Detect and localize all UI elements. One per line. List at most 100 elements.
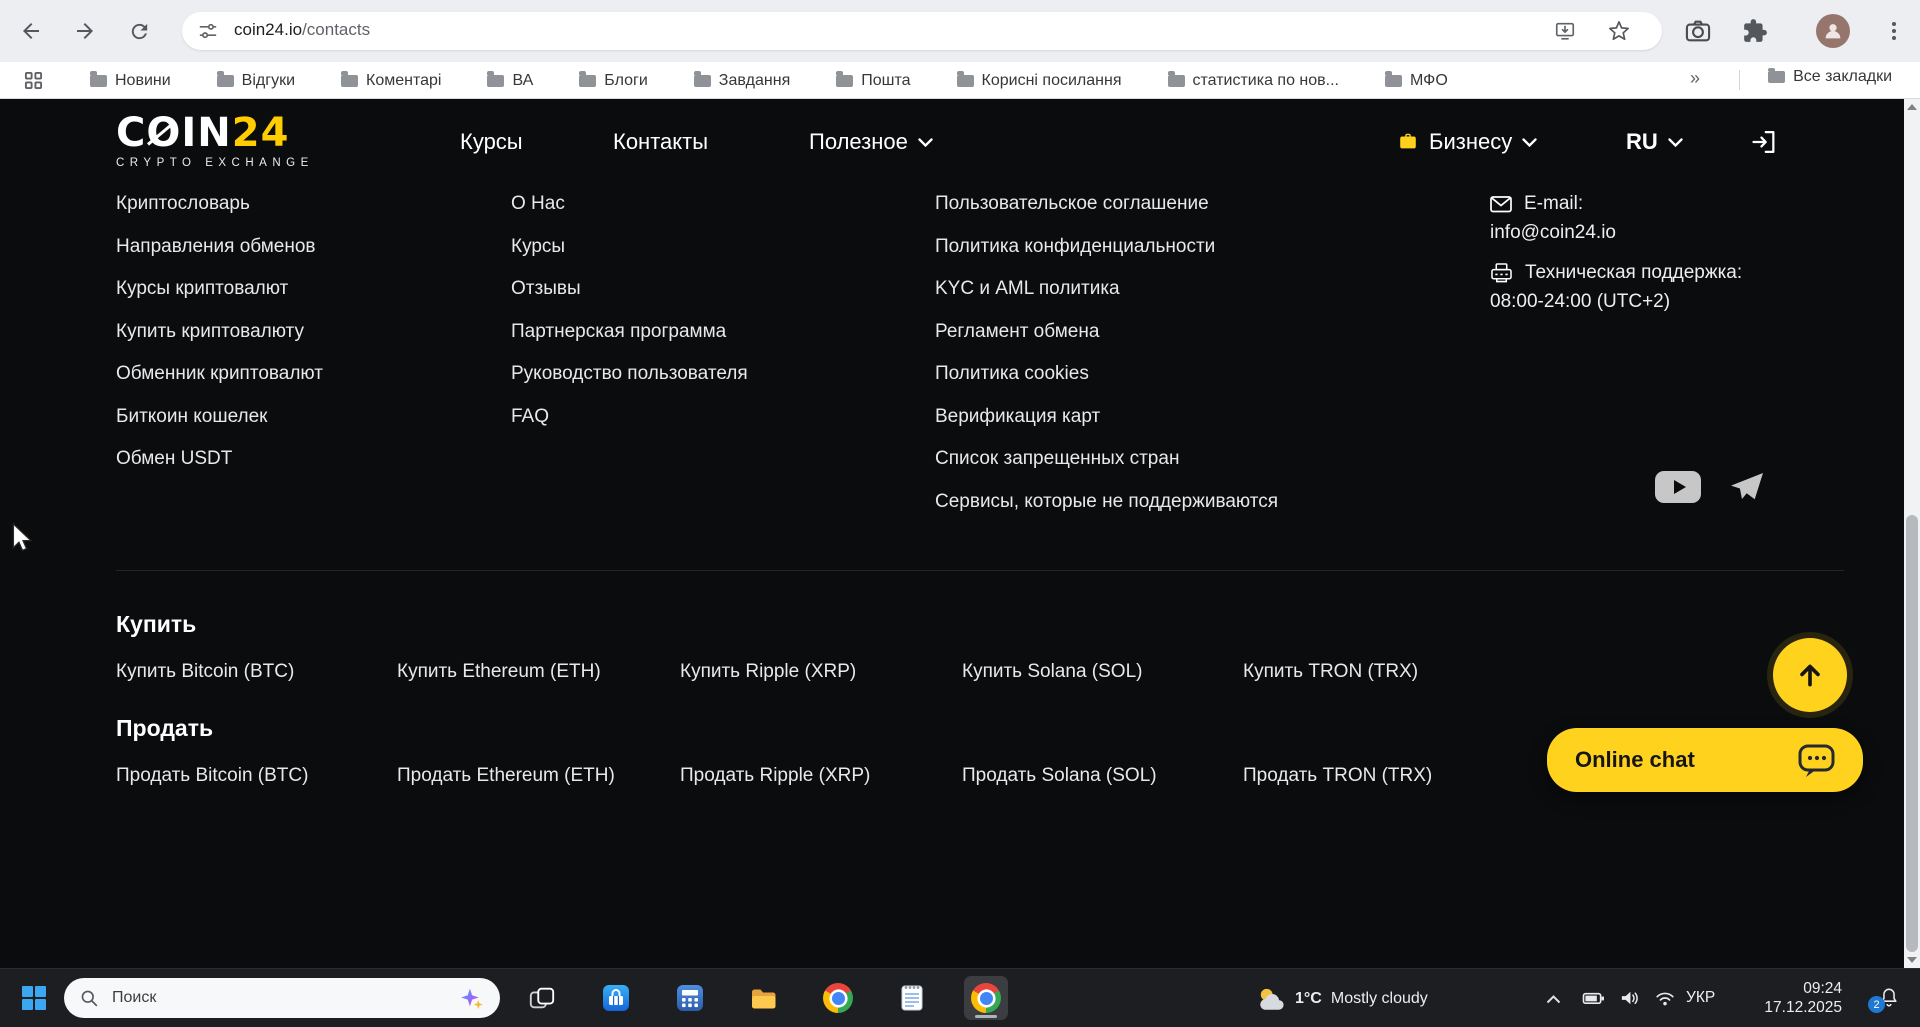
- buy-link-trx[interactable]: Купить TRON (TRX): [1243, 661, 1418, 683]
- weather-widget[interactable]: 1°C Mostly cloudy: [1256, 969, 1428, 1027]
- footer-link[interactable]: Руководство пользователя: [511, 361, 748, 387]
- scrollbar-down-arrow[interactable]: [1907, 957, 1917, 963]
- page-scrollbar[interactable]: [1904, 99, 1920, 968]
- youtube-icon[interactable]: [1655, 471, 1701, 503]
- sell-link-eth[interactable]: Продать Ethereum (ETH): [397, 765, 615, 787]
- buy-link-eth[interactable]: Купить Ethereum (ETH): [397, 661, 601, 683]
- bookmark-folder[interactable]: МФО: [1385, 71, 1448, 90]
- footer-link[interactable]: Список запрещенных стран: [935, 446, 1278, 472]
- chrome-button[interactable]: [816, 976, 860, 1020]
- business-menu[interactable]: Бизнесу: [1397, 99, 1537, 185]
- chat-label: Online chat: [1575, 747, 1695, 772]
- taskbar-search[interactable]: Поиск: [64, 978, 500, 1018]
- chrome-icon: [971, 983, 1001, 1013]
- scroll-to-top-button[interactable]: [1773, 638, 1847, 712]
- address-bar[interactable]: coin24.io/contacts: [182, 12, 1662, 50]
- footer-link[interactable]: Политика cookies: [935, 361, 1278, 387]
- calculator-icon: [677, 985, 703, 1011]
- scrollbar-up-arrow[interactable]: [1907, 104, 1917, 110]
- buy-link-sol[interactable]: Купить Solana (SOL): [962, 661, 1142, 683]
- taskbar-clock[interactable]: 09:24 17.12.2025: [1764, 979, 1842, 1017]
- footer-link[interactable]: Пользовательское соглашение: [935, 191, 1278, 217]
- email-address[interactable]: info@coin24.io: [1490, 222, 1742, 244]
- footer-link[interactable]: Партнерская программа: [511, 319, 748, 345]
- footer-link[interactable]: Курсы криптовалют: [116, 276, 323, 302]
- store-button[interactable]: [594, 976, 638, 1020]
- logo-o-slashed: O: [146, 110, 182, 156]
- bookmark-folder[interactable]: Пошта: [836, 71, 911, 90]
- bookmark-folder[interactable]: ВА: [487, 71, 533, 90]
- reload-button[interactable]: [122, 14, 156, 48]
- sell-link-trx[interactable]: Продать TRON (TRX): [1243, 765, 1432, 787]
- bookmark-star-icon[interactable]: [1608, 20, 1630, 42]
- footer-link[interactable]: Верификация карт: [935, 404, 1278, 430]
- bookmark-label: Завдання: [718, 71, 791, 89]
- start-button[interactable]: [12, 976, 56, 1020]
- volume-icon: [1621, 991, 1638, 1005]
- footer-link[interactable]: Направления обменов: [116, 234, 323, 260]
- camera-icon[interactable]: [1684, 17, 1712, 45]
- notepad-button[interactable]: [890, 976, 934, 1020]
- calculator-button[interactable]: [668, 976, 712, 1020]
- footer-link[interactable]: Биткоин кошелек: [116, 404, 323, 430]
- scrollbar-thumb[interactable]: [1906, 515, 1918, 952]
- bookmark-folder[interactable]: Відгуки: [216, 71, 295, 90]
- back-button[interactable]: [14, 14, 48, 48]
- url-text[interactable]: coin24.io/contacts: [234, 20, 370, 40]
- install-icon[interactable]: [1554, 20, 1576, 42]
- language-indicator[interactable]: УКР: [1686, 989, 1715, 1007]
- sell-link-sol[interactable]: Продать Solana (SOL): [962, 765, 1157, 787]
- profile-avatar[interactable]: [1816, 14, 1850, 48]
- sell-link-xrp[interactable]: Продать Ripple (XRP): [680, 765, 870, 787]
- menu-dots-icon[interactable]: [1882, 19, 1906, 43]
- bookmark-folder[interactable]: Корисні посилання: [956, 71, 1122, 90]
- footer-link[interactable]: Купить криптовалюту: [116, 319, 323, 345]
- nav-label: Полезное: [809, 129, 908, 154]
- notification-center[interactable]: 2: [1868, 986, 1900, 1013]
- telegram-icon[interactable]: [1729, 471, 1765, 503]
- bookmark-folder[interactable]: статистика по нов...: [1167, 71, 1339, 90]
- site-info-icon[interactable]: [198, 21, 218, 41]
- clock-time: 09:24: [1803, 980, 1842, 997]
- footer-link[interactable]: FAQ: [511, 404, 748, 430]
- bookmark-folder[interactable]: Завдання: [693, 71, 791, 90]
- hidden-icons-chevron[interactable]: [1546, 995, 1561, 1004]
- folder-icon: [693, 71, 711, 87]
- forward-button[interactable]: [68, 14, 102, 48]
- language-selector[interactable]: RU: [1626, 99, 1683, 185]
- bookmark-label: Блоги: [604, 71, 648, 89]
- footer-link[interactable]: Обмен USDT: [116, 446, 323, 472]
- footer-link[interactable]: Сервисы, которые не поддерживаются: [935, 489, 1278, 515]
- apps-grid-icon[interactable]: [24, 71, 43, 90]
- footer-link[interactable]: Политика конфиденциальности: [935, 234, 1278, 260]
- nav-contacts[interactable]: Контакты: [613, 99, 708, 185]
- folder-icon: [216, 71, 234, 87]
- copilot-sparkle-icon[interactable]: [459, 986, 484, 1011]
- site-logo[interactable]: COIN24 CRYPTO EXCHANGE: [116, 113, 314, 169]
- search-placeholder: Поиск: [112, 989, 157, 1006]
- nav-rates[interactable]: Курсы: [460, 99, 523, 185]
- footer-link[interactable]: Криптословарь: [116, 191, 323, 217]
- tray-status-icons[interactable]: [1582, 988, 1676, 1008]
- footer-link[interactable]: Обменник криптовалют: [116, 361, 323, 387]
- bookmark-folder[interactable]: Новини: [90, 71, 171, 90]
- bookmark-folder[interactable]: Блоги: [579, 71, 648, 90]
- bookmark-folder[interactable]: Коментарі: [341, 71, 441, 90]
- buy-link-xrp[interactable]: Купить Ripple (XRP): [680, 661, 856, 683]
- footer-link[interactable]: KYC и AML политика: [935, 276, 1278, 302]
- all-bookmarks-button[interactable]: Все закладки: [1768, 67, 1892, 86]
- footer-link[interactable]: О Нас: [511, 191, 748, 217]
- footer-link[interactable]: Курсы: [511, 234, 748, 260]
- extensions-icon[interactable]: [1742, 18, 1768, 44]
- file-explorer-button[interactable]: [742, 976, 786, 1020]
- online-chat-widget[interactable]: Online chat: [1547, 728, 1863, 792]
- chrome-active-button[interactable]: [964, 976, 1008, 1020]
- bookmarks-overflow-chevron[interactable]: »: [1690, 68, 1700, 89]
- task-view-button[interactable]: [520, 976, 564, 1020]
- nav-useful[interactable]: Полезное: [809, 99, 933, 185]
- footer-link[interactable]: Регламент обмена: [935, 319, 1278, 345]
- buy-link-btc[interactable]: Купить Bitcoin (BTC): [116, 661, 294, 683]
- sell-link-btc[interactable]: Продать Bitcoin (BTC): [116, 765, 308, 787]
- login-icon[interactable]: [1750, 128, 1778, 156]
- footer-link[interactable]: Отзывы: [511, 276, 748, 302]
